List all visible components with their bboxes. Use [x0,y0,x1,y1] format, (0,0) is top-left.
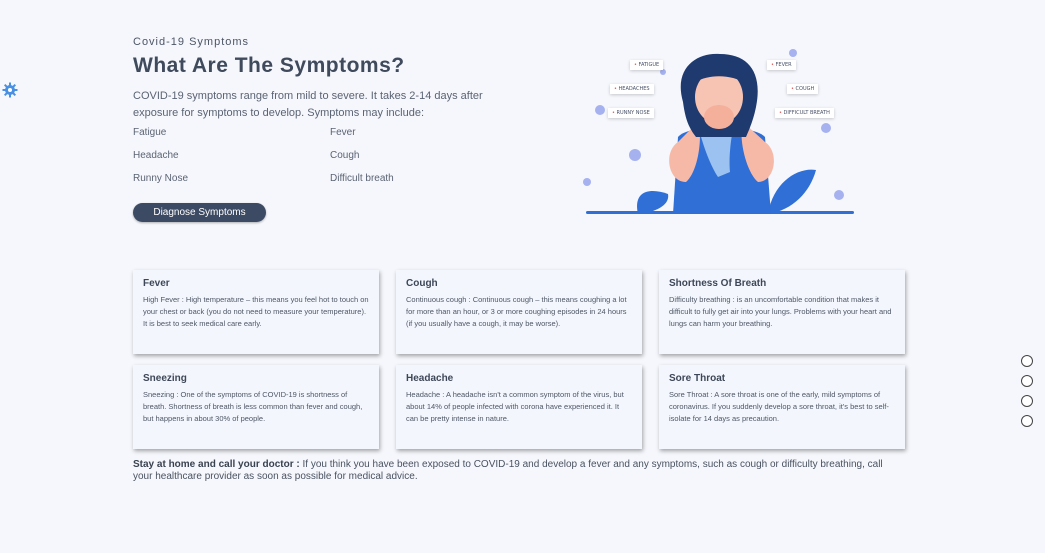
card-sore-throat: Sore Throat Sore Throat : A sore throat … [659,365,905,449]
symptom-tag: FATIGUE [630,60,664,70]
card-text: Continuous cough : Continuous cough – th… [406,295,627,328]
card-headache: Headache Headache : A headache isn't a c… [396,365,642,449]
nav-dot-icon[interactable] [1021,415,1033,427]
hero-section: Covid-19 Symptoms What Are The Symptoms?… [133,36,553,122]
advice-lead: Stay at home and call your doctor : [133,459,300,470]
card-title: Sore Throat [669,373,726,384]
card-text: High Fever : High temperature – this mea… [143,295,369,328]
symptom-tag: HEADACHES [610,84,654,94]
nav-dot-icon[interactable] [1021,355,1033,367]
illustration: FATIGUE FEVER HEADACHES COUGH RUNNY NOSE… [578,42,863,220]
card-text: Difficulty breathing : is an uncomfortab… [669,295,892,328]
symptom-list: Fatigue Fever Headache Cough Runny Nose … [133,127,450,184]
diagnose-symptoms-button[interactable]: Diagnose Symptoms [133,203,266,222]
nav-dot-icon[interactable] [1021,375,1033,387]
card-sneezing: Sneezing Sneezing : One of the symptoms … [133,365,379,449]
symptom-item: Difficult breath [330,173,394,184]
carousel-nav [1021,355,1033,435]
card-title: Cough [406,278,438,289]
card-title: Sneezing [143,373,187,384]
card-text: Headache : A headache isn't a common sym… [406,390,624,423]
symptom-item: Fatigue [133,127,167,138]
symptom-tag: FEVER [767,60,796,70]
card-fever: Fever High Fever : High temperature – th… [133,270,379,354]
woman-sneezing-illustration [583,49,854,214]
card-shortness-of-breath: Shortness Of Breath Difficulty breathing… [659,270,905,354]
intro-text: COVID-19 symptoms range from mild to sev… [133,90,483,119]
symptom-item: Fever [330,127,356,138]
nav-dot-icon[interactable] [1021,395,1033,407]
symptom-tag: RUNNY NOSE [608,108,654,118]
gear-icon[interactable] [2,82,18,98]
card-title: Fever [143,278,170,289]
section-eyebrow: Covid-19 Symptoms [133,36,250,48]
card-text: Sore Throat : A sore throat is one of th… [669,390,889,423]
card-title: Headache [406,373,454,384]
symptom-tag: DIFFICULT BREATH [775,108,834,118]
symptom-tag: COUGH [787,84,819,94]
symptom-item: Headache [133,150,179,161]
card-text: Sneezing : One of the symptoms of COVID-… [143,390,363,423]
symptom-item: Runny Nose [133,173,189,184]
symptom-item: Cough [330,150,360,161]
card-cough: Cough Continuous cough : Continuous coug… [396,270,642,354]
symptom-cards: Fever High Fever : High temperature – th… [133,270,905,449]
card-title: Shortness Of Breath [669,278,767,289]
advice-text: Stay at home and call your doctor : If y… [133,459,893,483]
page-title: What Are The Symptoms? [133,54,405,77]
